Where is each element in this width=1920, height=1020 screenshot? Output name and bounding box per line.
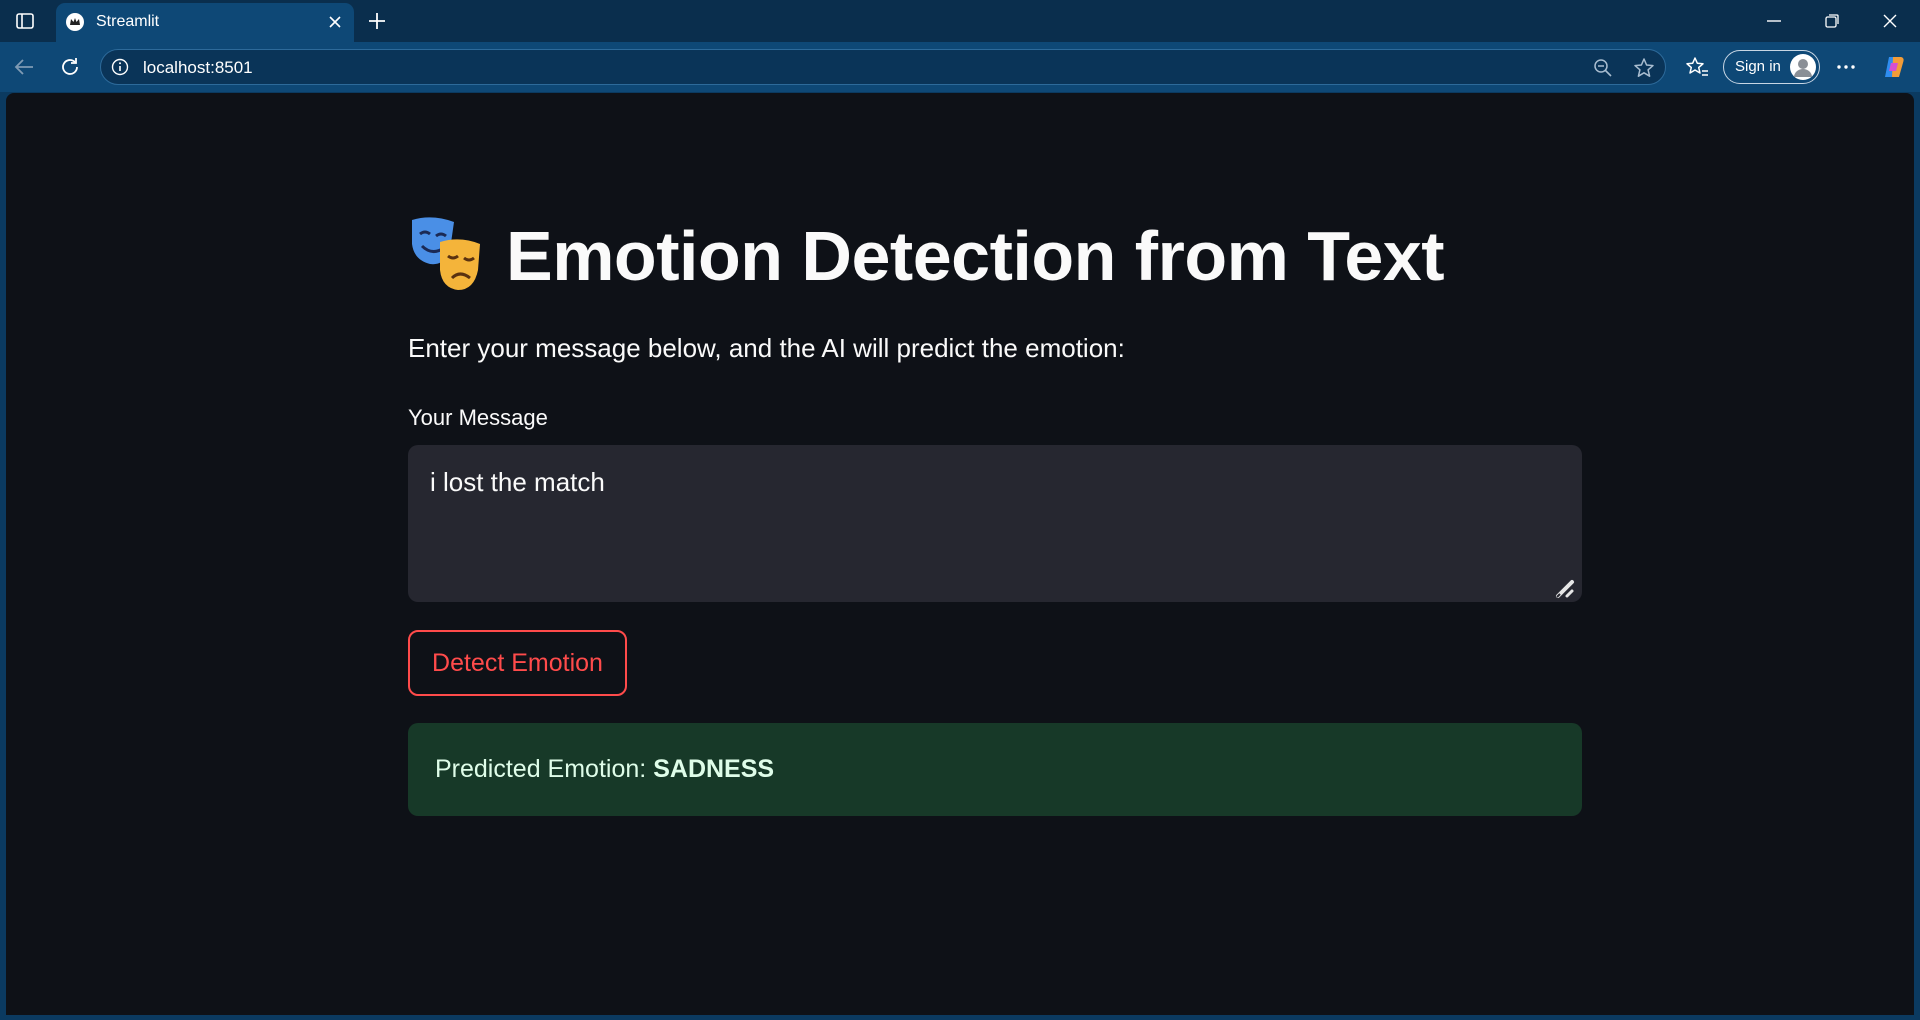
result-emotion-value: SADNESS [653, 755, 775, 783]
tab-title: Streamlit [96, 13, 160, 30]
message-textarea-value: i lost the match [430, 467, 605, 497]
resize-handle-icon[interactable] [1554, 576, 1576, 598]
browser-tab[interactable]: Streamlit [56, 3, 354, 42]
detect-emotion-button[interactable]: Detect Emotion [408, 630, 627, 696]
prediction-result-alert: Predicted Emotion: SADNESS [408, 723, 1582, 816]
streamlit-app: Emotion Detection from Text Enter your m… [6, 93, 1914, 1015]
url-text: localhost:8501 [143, 58, 253, 77]
page-subtitle: Enter your message below, and the AI wil… [408, 333, 1125, 363]
page-title: Emotion Detection from Text [506, 217, 1445, 295]
favorites-icon[interactable] [1681, 52, 1713, 82]
zoom-out-icon[interactable] [1591, 56, 1615, 80]
page-title-row: Emotion Detection from Text [408, 216, 1445, 297]
window-close-icon[interactable] [1868, 6, 1912, 36]
streamlit-favicon [66, 13, 84, 31]
profile-icon [1790, 54, 1816, 80]
browser-titlebar: Streamlit [0, 0, 1920, 42]
result-prefix: Predicted Emotion: [435, 755, 647, 783]
plus-icon[interactable] [364, 8, 390, 34]
restore-icon[interactable] [1810, 6, 1854, 36]
address-bar[interactable]: localhost:8501 [100, 49, 1666, 85]
close-icon[interactable] [324, 11, 346, 33]
info-icon[interactable] [111, 58, 129, 76]
refresh-icon[interactable] [54, 52, 86, 82]
sign-in-button[interactable]: Sign in [1723, 50, 1820, 84]
browser-toolbar: localhost:8501 Sign in [0, 42, 1920, 92]
star-icon[interactable] [1632, 56, 1656, 80]
sidebar-toggle-icon[interactable] [10, 8, 40, 34]
message-field-label: Your Message [408, 405, 548, 430]
back-arrow-icon[interactable] [8, 52, 40, 82]
more-icon[interactable] [1830, 52, 1862, 82]
copilot-icon[interactable] [1878, 52, 1910, 82]
sign-in-label: Sign in [1735, 58, 1781, 75]
message-textarea[interactable]: i lost the match [408, 445, 1582, 602]
minimize-icon[interactable] [1752, 6, 1796, 36]
theater-masks-icon [408, 216, 484, 297]
